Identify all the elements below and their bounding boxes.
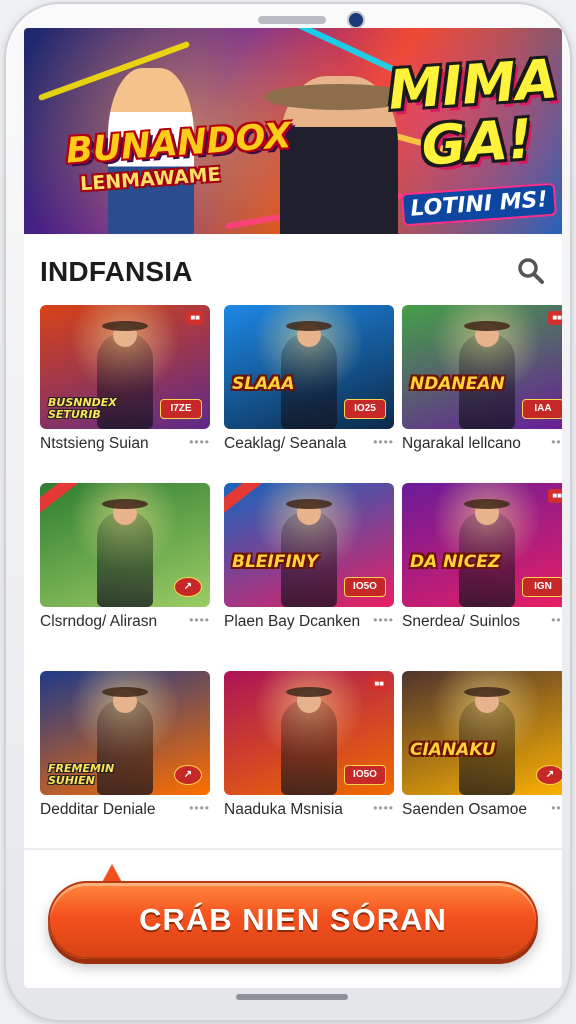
corner-tag: ■■ <box>186 311 204 325</box>
corner-tag: ■■ <box>370 677 388 691</box>
game-name[interactable]: Saenden Osamoe <box>402 801 542 819</box>
thumbnail-title: FREMEMIN SUHIEN <box>48 762 115 787</box>
character-hat <box>286 321 332 331</box>
character-figure <box>281 699 337 795</box>
divider <box>24 848 562 850</box>
character-hat <box>286 499 332 509</box>
more-options-icon[interactable]: •••• <box>542 614 562 629</box>
game-name[interactable]: Ntstsieng Suian <box>40 435 180 453</box>
game-badge-icon: ↗ <box>536 765 562 785</box>
corner-tag: ■■ <box>548 489 562 503</box>
game-card[interactable]: BUSNNDEX SETURIB I7ZE ■■ Ntstsieng Suian •••… <box>40 305 210 452</box>
game-card[interactable]: DA NICEZ IGN ■■ Snerdea/ Suinlos•••• <box>402 483 562 630</box>
character-hat <box>464 499 510 509</box>
character-hat <box>102 321 148 331</box>
section-title: INDFANSIA <box>40 256 193 287</box>
more-options-icon[interactable]: •••• <box>364 802 394 817</box>
thumbnail-title: BLEIFINY <box>232 552 319 572</box>
game-thumbnail[interactable]: CIANAKU ↗ <box>402 671 562 795</box>
character-hat <box>286 687 332 697</box>
more-options-icon[interactable]: •••• <box>364 614 394 629</box>
game-card[interactable]: IO5O ■■ Naaduka Msnisia •••• <box>224 671 394 818</box>
game-badge: IO25 <box>344 399 386 419</box>
cta-button[interactable]: CRÁB NIEN SÓRAN <box>48 881 538 959</box>
more-options-icon[interactable]: •••• <box>542 802 562 817</box>
banner-right-title: MIMA GA! <box>386 47 560 178</box>
game-name[interactable]: Ngarakal lellcano <box>402 435 542 453</box>
thumbnail-title: NDANEAN <box>410 374 505 394</box>
app-screen: BUNANDOX LENMAWAME MIMA GA! LOTINI MS! I… <box>24 28 562 988</box>
game-name[interactable]: Ceaklag/ Seanala <box>224 435 364 453</box>
game-thumbnail[interactable]: BLEIFINY IO5O <box>224 483 394 607</box>
character-hat <box>102 499 148 509</box>
game-card[interactable]: ↗ Clsrndog/ Alirasn •••• <box>40 483 210 630</box>
promo-banner[interactable]: BUNANDOX LENMAWAME MIMA GA! LOTINI MS! <box>24 28 562 234</box>
game-name[interactable]: Dedditar Deniale <box>40 801 180 819</box>
phone-frame: BUNANDOX LENMAWAME MIMA GA! LOTINI MS! I… <box>4 2 572 1022</box>
game-badge: IO5O <box>344 765 386 785</box>
game-name[interactable]: Plaen Bay Dcanken <box>224 613 364 631</box>
game-name[interactable]: Snerdea/ Suinlos <box>402 613 542 631</box>
game-badge: IAA <box>522 399 562 419</box>
banner-right-subtitle: LOTINI MS! <box>401 182 557 227</box>
speaker-grille <box>258 16 326 24</box>
home-indicator[interactable] <box>236 994 348 1000</box>
more-options-icon[interactable]: •••• <box>180 436 210 451</box>
thumbnail-title: SLAAA <box>232 374 295 394</box>
character-figure <box>97 511 153 607</box>
game-thumbnail[interactable]: NDANEAN IAA ■■ <box>402 305 562 429</box>
more-options-icon[interactable]: •••• <box>180 802 210 817</box>
more-options-icon[interactable]: •••• <box>364 436 394 451</box>
game-card[interactable]: BLEIFINY IO5O Plaen Bay Dcanken •••• <box>224 483 394 630</box>
game-thumbnail[interactable]: FREMEMIN SUHIEN ↗ <box>40 671 210 795</box>
game-name[interactable]: Clsrndog/ Alirasn <box>40 613 180 631</box>
game-thumbnail[interactable]: ↗ <box>40 483 210 607</box>
game-badge: IO5O <box>344 577 386 597</box>
corner-tag: ■■ <box>548 311 562 325</box>
front-camera <box>349 13 363 27</box>
thumbnail-title: DA NICEZ <box>410 552 501 572</box>
game-badge: IGN <box>522 577 562 597</box>
thumbnail-title: BUSNNDEX SETURIB <box>48 396 117 421</box>
game-card[interactable]: FREMEMIN SUHIEN ↗ Dedditar Deniale •••• <box>40 671 210 818</box>
game-badge: I7ZE <box>160 399 202 419</box>
game-thumbnail[interactable]: BUSNNDEX SETURIB I7ZE ■■ <box>40 305 210 429</box>
search-icon[interactable] <box>516 256 546 286</box>
game-thumbnail[interactable]: SLAAA IO25 <box>224 305 394 429</box>
game-card[interactable]: SLAAA IO25 Ceaklag/ Seanala •••• <box>224 305 394 452</box>
game-name[interactable]: Naaduka Msnisia <box>224 801 364 819</box>
more-options-icon[interactable]: •••• <box>180 614 210 629</box>
thumbnail-title: CIANAKU <box>410 740 496 760</box>
game-card[interactable]: CIANAKU ↗ Saenden Osamoe•••• <box>402 671 562 818</box>
character-hat <box>464 321 510 331</box>
game-thumbnail[interactable]: DA NICEZ IGN ■■ <box>402 483 562 607</box>
game-badge-icon: ↗ <box>174 765 202 785</box>
character-hat <box>102 687 148 697</box>
character-hat <box>464 687 510 697</box>
more-options-icon[interactable]: •••• <box>542 436 562 451</box>
game-badge-icon: ↗ <box>174 577 202 597</box>
game-card[interactable]: NDANEAN IAA ■■ Ngarakal lellcano•••• <box>402 305 562 452</box>
game-thumbnail[interactable]: IO5O ■■ <box>224 671 394 795</box>
